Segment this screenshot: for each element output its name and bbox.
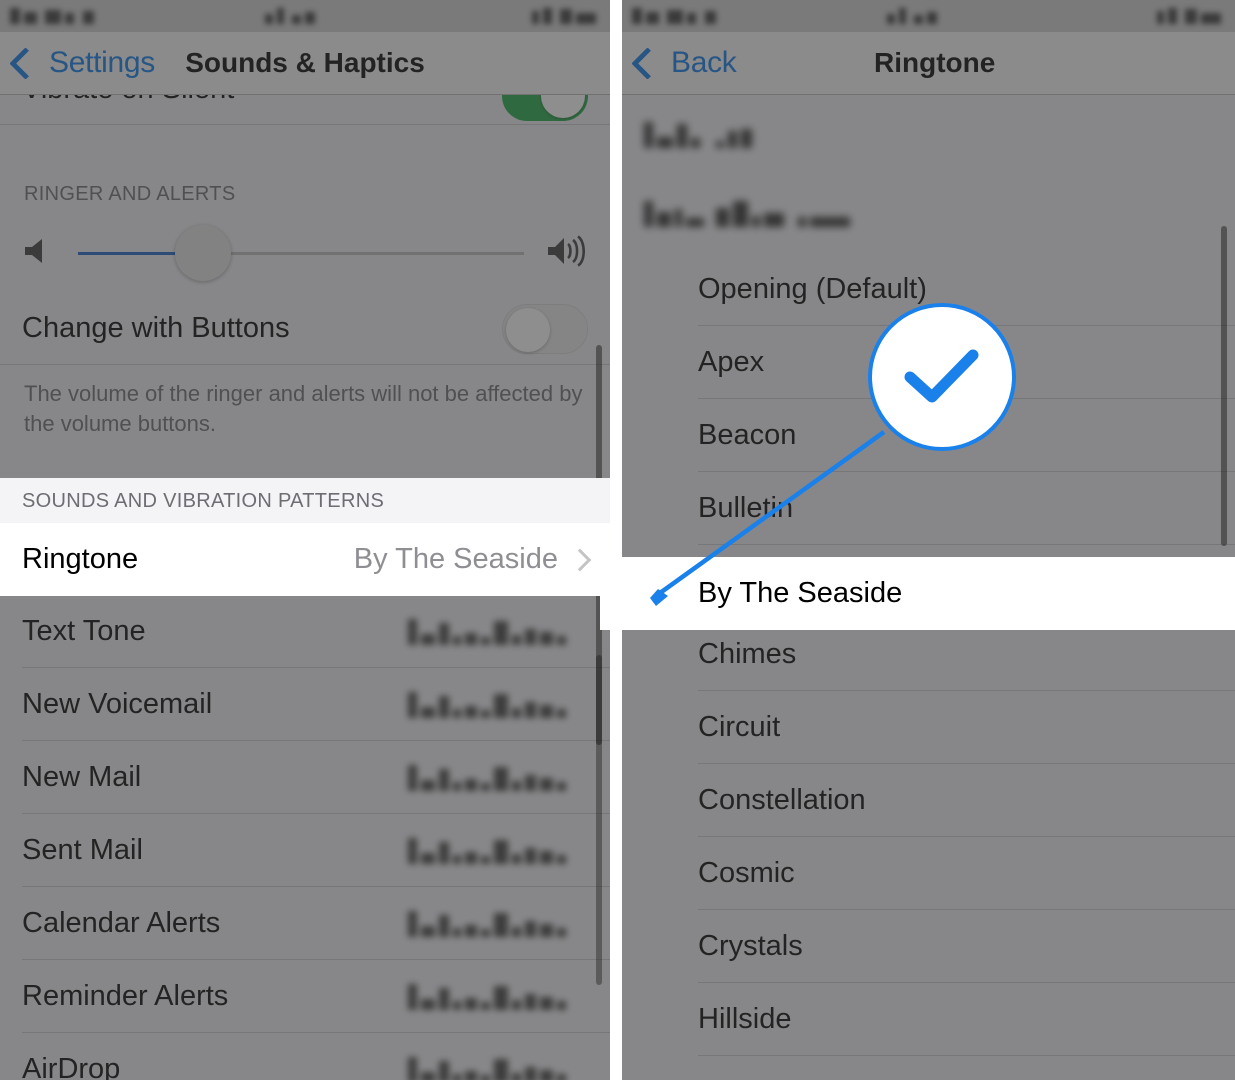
- ringtone-row-constellation[interactable]: Constellation: [622, 764, 1235, 837]
- highlight-ringtone-value: By The Seaside: [353, 543, 558, 575]
- redacted-label: [644, 199, 854, 227]
- ringtone-row-bulletin[interactable]: Bulletin: [622, 472, 1235, 545]
- right-page-title: Ringtone: [874, 47, 996, 78]
- left-tone-rows: Text Tone New Voicemail New Mail Sent Mail C…: [0, 595, 610, 1080]
- row-value-redacted: [408, 764, 570, 791]
- status-bar-battery-redacted: [531, 6, 600, 28]
- checkmark-icon: [904, 349, 979, 403]
- row-value-redacted: [408, 618, 570, 645]
- volume-high-icon: [546, 234, 588, 272]
- status-bar-clock-redacted: [265, 6, 319, 28]
- row-value-redacted: [408, 1056, 570, 1080]
- row-vibrate-on-silent-label: Vibrate on Silent: [22, 95, 502, 106]
- toggle-knob: [506, 307, 550, 352]
- ringer-volume-slider-row[interactable]: [0, 214, 610, 292]
- volume-low-icon: [22, 236, 56, 271]
- highlight-header-text: SOUNDS AND VIBRATION PATTERNS: [22, 490, 385, 512]
- redacted-row-1[interactable]: [622, 95, 1235, 173]
- status-bar-battery-redacted: [1156, 6, 1225, 28]
- ringtone-row-circuit[interactable]: Circuit: [622, 691, 1235, 764]
- redacted-label: [644, 120, 756, 148]
- screenshot-stage: Settings Sounds & Haptics Vibrate on Sil…: [0, 0, 1235, 1080]
- right-phone-panel: Back Ringtone Opening (Default) Apex Bea…: [622, 0, 1235, 1080]
- ringtone-label: Circuit: [698, 711, 781, 743]
- highlight-sounds-vibration-header: SOUNDS AND VIBRATION PATTERNS: [0, 478, 610, 523]
- ringtone-row-crystals[interactable]: Crystals: [622, 910, 1235, 983]
- ringtone-label: Cosmic: [698, 857, 795, 889]
- row-vibrate-on-silent[interactable]: Vibrate on Silent: [0, 95, 610, 125]
- status-bar-left-redacted: [10, 6, 98, 28]
- status-bar: [0, 0, 610, 32]
- ringtone-row-hillside[interactable]: Hillside: [622, 983, 1235, 1056]
- ringtone-row-cosmic[interactable]: Cosmic: [622, 837, 1235, 910]
- ringer-volume-knob[interactable]: [174, 225, 231, 281]
- row-value-redacted: [408, 691, 570, 718]
- status-bar-left-redacted: [632, 6, 720, 28]
- row-reminder-alerts[interactable]: Reminder Alerts: [0, 960, 610, 1034]
- row-text-tone[interactable]: Text Tone: [0, 595, 610, 669]
- row-new-mail[interactable]: New Mail: [0, 741, 610, 815]
- left-scrollbar-lower[interactable]: [596, 655, 602, 985]
- status-bar-clock-redacted: [887, 6, 941, 28]
- highlight-by-the-seaside-inner[interactable]: By The Seaside: [600, 557, 1235, 630]
- ringtone-label: Crystals: [698, 930, 803, 962]
- row-separator: [698, 1055, 1235, 1056]
- ringer-volume-track[interactable]: [78, 225, 524, 281]
- highlight-by-the-seaside-label: By The Seaside: [698, 577, 903, 609]
- redacted-row-2[interactable]: [622, 173, 1235, 253]
- right-scrollbar[interactable]: [1221, 226, 1227, 546]
- row-value-redacted: [408, 910, 570, 937]
- left-nav-bar: Settings Sounds & Haptics: [0, 32, 610, 95]
- vibrate-on-silent-toggle[interactable]: [502, 95, 588, 121]
- row-value-redacted: [408, 837, 570, 864]
- ringtone-label: Opening (Default): [698, 273, 927, 305]
- section-header-ringer-and-alerts: RINGER AND ALERTS: [24, 183, 236, 205]
- ringer-volume-footnote: The volume of the ringer and alerts will…: [24, 381, 583, 436]
- highlight-ringtone-inner[interactable]: Ringtone By The Seaside: [0, 523, 610, 596]
- left-page-title: Sounds & Haptics: [185, 47, 425, 78]
- highlight-by-the-seaside-row[interactable]: By The Seaside: [600, 557, 1235, 630]
- ringtone-label: Constellation: [698, 784, 866, 816]
- status-bar: [622, 0, 1235, 32]
- row-change-with-buttons[interactable]: Change with Buttons: [0, 292, 610, 365]
- ringtone-label: Hillside: [698, 1003, 792, 1035]
- row-separator: [0, 364, 610, 365]
- toggle-knob: [541, 95, 585, 118]
- row-calendar-alerts[interactable]: Calendar Alerts: [0, 887, 610, 961]
- row-airdrop[interactable]: AirDrop: [0, 1033, 610, 1080]
- callout-checkmark-bubble: [868, 303, 1016, 451]
- row-value-redacted: [408, 983, 570, 1010]
- right-nav-bar: Back Ringtone: [622, 32, 1235, 95]
- ringtone-label: Bulletin: [698, 492, 794, 524]
- ringtone-label: Chimes: [698, 638, 797, 670]
- highlight-ringtone-row[interactable]: Ringtone By The Seaside: [0, 523, 610, 596]
- row-new-voicemail[interactable]: New Voicemail: [0, 668, 610, 742]
- row-separator: [0, 124, 610, 125]
- row-change-with-buttons-label: Change with Buttons: [22, 312, 290, 344]
- change-with-buttons-toggle[interactable]: [502, 303, 588, 354]
- chevron-right-icon: [568, 548, 592, 571]
- highlight-ringtone-label: Ringtone: [22, 543, 139, 575]
- row-sent-mail[interactable]: Sent Mail: [0, 814, 610, 888]
